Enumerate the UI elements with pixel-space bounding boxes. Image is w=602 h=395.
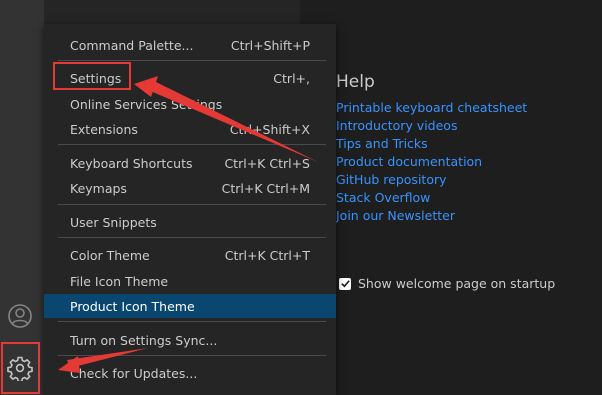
settings-highlight-box bbox=[53, 62, 131, 90]
menu-item-keymaps[interactable]: Keymaps Ctrl+K Ctrl+M bbox=[44, 176, 336, 200]
link-tips-and-tricks[interactable]: Tips and Tricks bbox=[336, 135, 527, 153]
menu-separator bbox=[58, 204, 326, 205]
help-links-list: Printable keyboard cheatsheet Introducto… bbox=[336, 99, 527, 225]
link-newsletter[interactable]: Join our Newsletter bbox=[336, 207, 527, 225]
gear-highlight-box bbox=[1, 342, 40, 394]
link-introductory-videos[interactable]: Introductory videos bbox=[336, 117, 527, 135]
link-keyboard-cheatsheet[interactable]: Printable keyboard cheatsheet bbox=[336, 99, 527, 117]
menu-item-keyboard-shortcuts[interactable]: Keyboard Shortcuts Ctrl+K Ctrl+S bbox=[44, 151, 336, 175]
activity-bar bbox=[0, 0, 44, 395]
vscode-window: Help Printable keyboard cheatsheet Intro… bbox=[0, 0, 602, 395]
show-welcome-on-startup[interactable]: Show welcome page on startup bbox=[339, 276, 555, 291]
menu-separator bbox=[58, 321, 326, 322]
menu-item-check-for-updates[interactable]: Check for Updates... bbox=[44, 361, 336, 385]
menu-item-product-icon-theme[interactable]: Product Icon Theme bbox=[44, 294, 336, 318]
menu-item-file-icon-theme[interactable]: File Icon Theme bbox=[44, 269, 336, 293]
startup-checkbox[interactable] bbox=[339, 277, 351, 290]
menu-separator bbox=[58, 60, 326, 61]
menu-item-extensions[interactable]: Extensions Ctrl+Shift+X bbox=[44, 117, 336, 141]
startup-label: Show welcome page on startup bbox=[358, 276, 556, 291]
menu-item-online-services-settings[interactable]: Online Services Settings bbox=[44, 92, 336, 116]
menu-separator bbox=[58, 355, 326, 356]
checkmark-icon bbox=[340, 280, 350, 288]
menu-item-user-snippets[interactable]: User Snippets bbox=[44, 210, 336, 234]
help-heading: Help bbox=[336, 72, 375, 92]
link-github-repository[interactable]: GitHub repository bbox=[336, 171, 527, 189]
menu-item-color-theme[interactable]: Color Theme Ctrl+K Ctrl+T bbox=[44, 243, 336, 267]
menu-item-command-palette[interactable]: Command Palette... Ctrl+Shift+P bbox=[44, 33, 336, 57]
link-stack-overflow[interactable]: Stack Overflow bbox=[336, 189, 527, 207]
link-product-documentation[interactable]: Product documentation bbox=[336, 153, 527, 171]
menu-separator bbox=[58, 237, 326, 238]
menu-item-settings-sync[interactable]: Turn on Settings Sync... bbox=[44, 328, 336, 352]
menu-separator bbox=[58, 144, 326, 145]
account-icon[interactable] bbox=[7, 303, 33, 329]
